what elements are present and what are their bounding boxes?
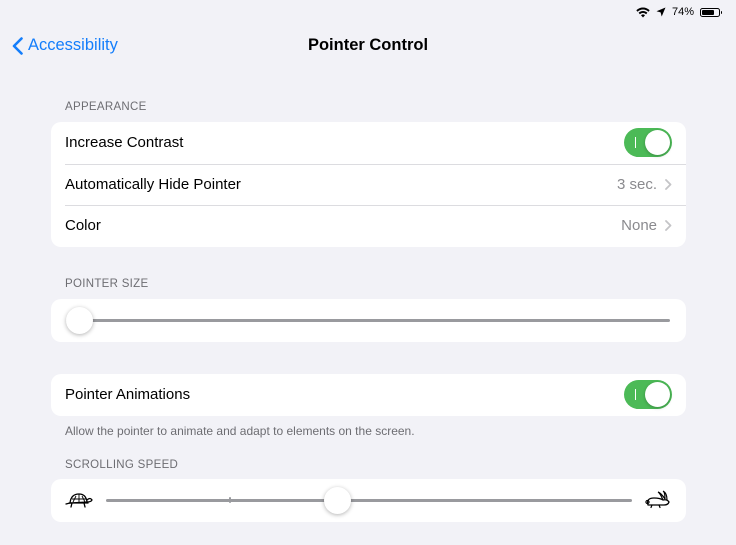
rabbit-icon bbox=[644, 489, 672, 514]
color-row[interactable]: Color None bbox=[51, 205, 686, 247]
location-arrow-icon bbox=[656, 7, 666, 17]
slider-tick bbox=[229, 497, 231, 503]
increase-contrast-row: Increase Contrast bbox=[51, 122, 686, 164]
increase-contrast-label: Increase Contrast bbox=[65, 134, 184, 152]
increase-contrast-toggle[interactable] bbox=[624, 128, 672, 158]
scrolling-speed-group bbox=[51, 479, 686, 522]
turtle-icon bbox=[65, 491, 93, 514]
color-label: Color bbox=[65, 217, 101, 235]
battery-percentage: 74% bbox=[671, 6, 694, 18]
appearance-header: APPEARANCE bbox=[65, 101, 147, 113]
pointer-animations-footer: Allow the pointer to animate and adapt t… bbox=[65, 424, 415, 438]
pointer-size-group bbox=[51, 299, 686, 342]
auto-hide-pointer-label: Automatically Hide Pointer bbox=[65, 175, 241, 193]
auto-hide-pointer-value: 3 sec. bbox=[616, 175, 657, 193]
status-bar: 74% bbox=[636, 4, 722, 20]
scrolling-speed-header: SCROLLING SPEED bbox=[65, 459, 179, 471]
battery-icon bbox=[700, 7, 722, 17]
color-value: None bbox=[621, 217, 657, 235]
pointer-animations-row: Pointer Animations bbox=[51, 374, 686, 416]
auto-hide-pointer-row[interactable]: Automatically Hide Pointer 3 sec. bbox=[51, 163, 686, 206]
toggle-on-mark bbox=[635, 389, 636, 401]
toggle-knob bbox=[645, 382, 670, 408]
slider-track bbox=[106, 499, 632, 502]
slider-track bbox=[66, 319, 670, 322]
slider-thumb[interactable] bbox=[323, 487, 351, 514]
pointer-size-header: POINTER SIZE bbox=[65, 278, 149, 290]
navigation-bar: Accessibility Pointer Control bbox=[0, 30, 736, 62]
appearance-group: Increase Contrast Automatically Hide Poi… bbox=[51, 122, 686, 247]
scrolling-speed-slider[interactable] bbox=[51, 479, 686, 522]
chevron-right-icon bbox=[665, 220, 672, 232]
slider-thumb[interactable] bbox=[66, 307, 93, 334]
toggle-on-mark bbox=[635, 137, 636, 149]
pointer-size-slider[interactable] bbox=[51, 299, 686, 342]
chevron-right-icon bbox=[665, 178, 672, 190]
pointer-animations-group: Pointer Animations bbox=[51, 374, 686, 416]
page-title: Pointer Control bbox=[307, 36, 429, 54]
wifi-icon bbox=[636, 7, 650, 18]
pointer-animations-toggle[interactable] bbox=[624, 380, 672, 410]
toggle-knob bbox=[645, 130, 670, 156]
pointer-animations-label: Pointer Animations bbox=[65, 386, 191, 404]
